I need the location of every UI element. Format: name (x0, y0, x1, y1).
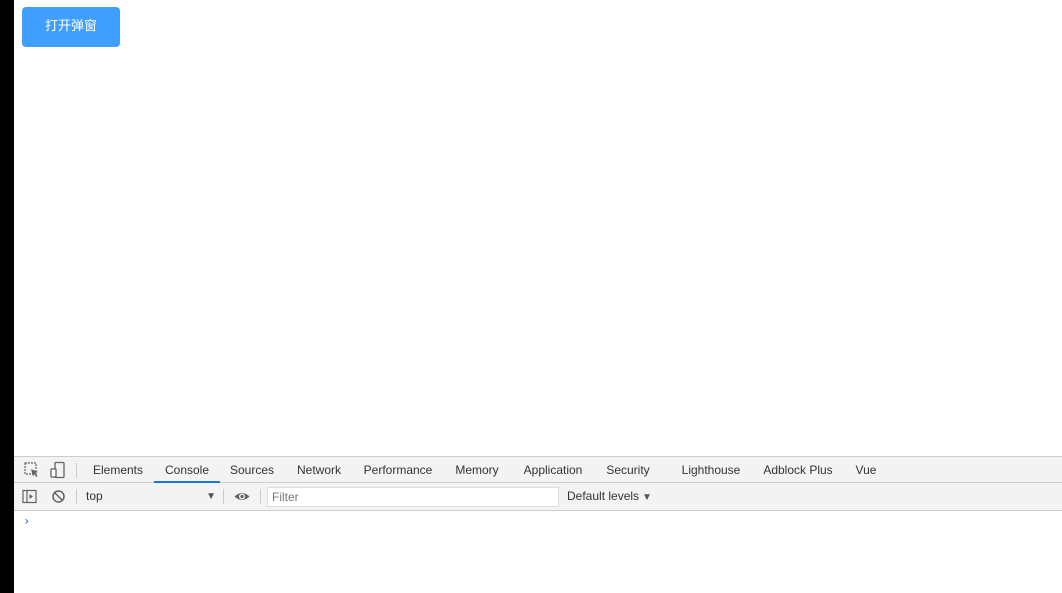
devtools-panel: Elements Console Sources Network Perform… (14, 456, 1062, 593)
devtools-tabbar: Elements Console Sources Network Perform… (14, 456, 1062, 483)
toolbar-divider (260, 489, 261, 504)
inspect-element-icon[interactable] (23, 461, 41, 479)
tabbar-divider (76, 463, 77, 478)
log-levels-label: Default levels (567, 489, 640, 503)
tab-adblock-plus[interactable]: Adblock Plus (758, 457, 838, 483)
toolbar-divider (76, 489, 77, 504)
tab-sources[interactable]: Sources (225, 457, 279, 483)
tab-elements[interactable]: Elements (87, 457, 149, 483)
log-levels-dropdown[interactable]: Default levels ▼ (567, 488, 652, 505)
tab-memory[interactable]: Memory (450, 457, 504, 483)
context-selector[interactable]: top ▼ (80, 488, 216, 505)
page-viewport: 打开弹窗 (14, 0, 1062, 456)
window-edge (0, 0, 14, 593)
console-output[interactable]: › (14, 511, 1062, 593)
console-prompt: › (23, 514, 31, 528)
console-toolbar: top ▼ Default levels▼ (14, 483, 1062, 511)
tab-security[interactable]: Security (601, 457, 655, 483)
show-sidebar-icon[interactable] (21, 488, 39, 506)
tab-console[interactable]: Console (154, 457, 220, 483)
filter-input[interactable] (267, 487, 559, 507)
dropdown-arrow-icon: ▼ (206, 491, 216, 502)
device-toolbar-icon[interactable] (49, 461, 67, 479)
live-expression-eye-icon[interactable] (233, 488, 251, 506)
tab-lighthouse[interactable]: Lighthouse (676, 457, 746, 483)
clear-console-icon[interactable] (50, 488, 68, 506)
tab-vue[interactable]: Vue (852, 457, 880, 483)
toolbar-divider (223, 489, 224, 504)
open-dialog-button[interactable]: 打开弹窗 (22, 7, 120, 47)
tab-application[interactable]: Application (517, 457, 589, 483)
tab-performance[interactable]: Performance (359, 457, 437, 483)
context-value: top (86, 489, 103, 503)
tab-network[interactable]: Network (290, 457, 348, 483)
dropdown-arrow-icon: ▼ (642, 492, 652, 503)
